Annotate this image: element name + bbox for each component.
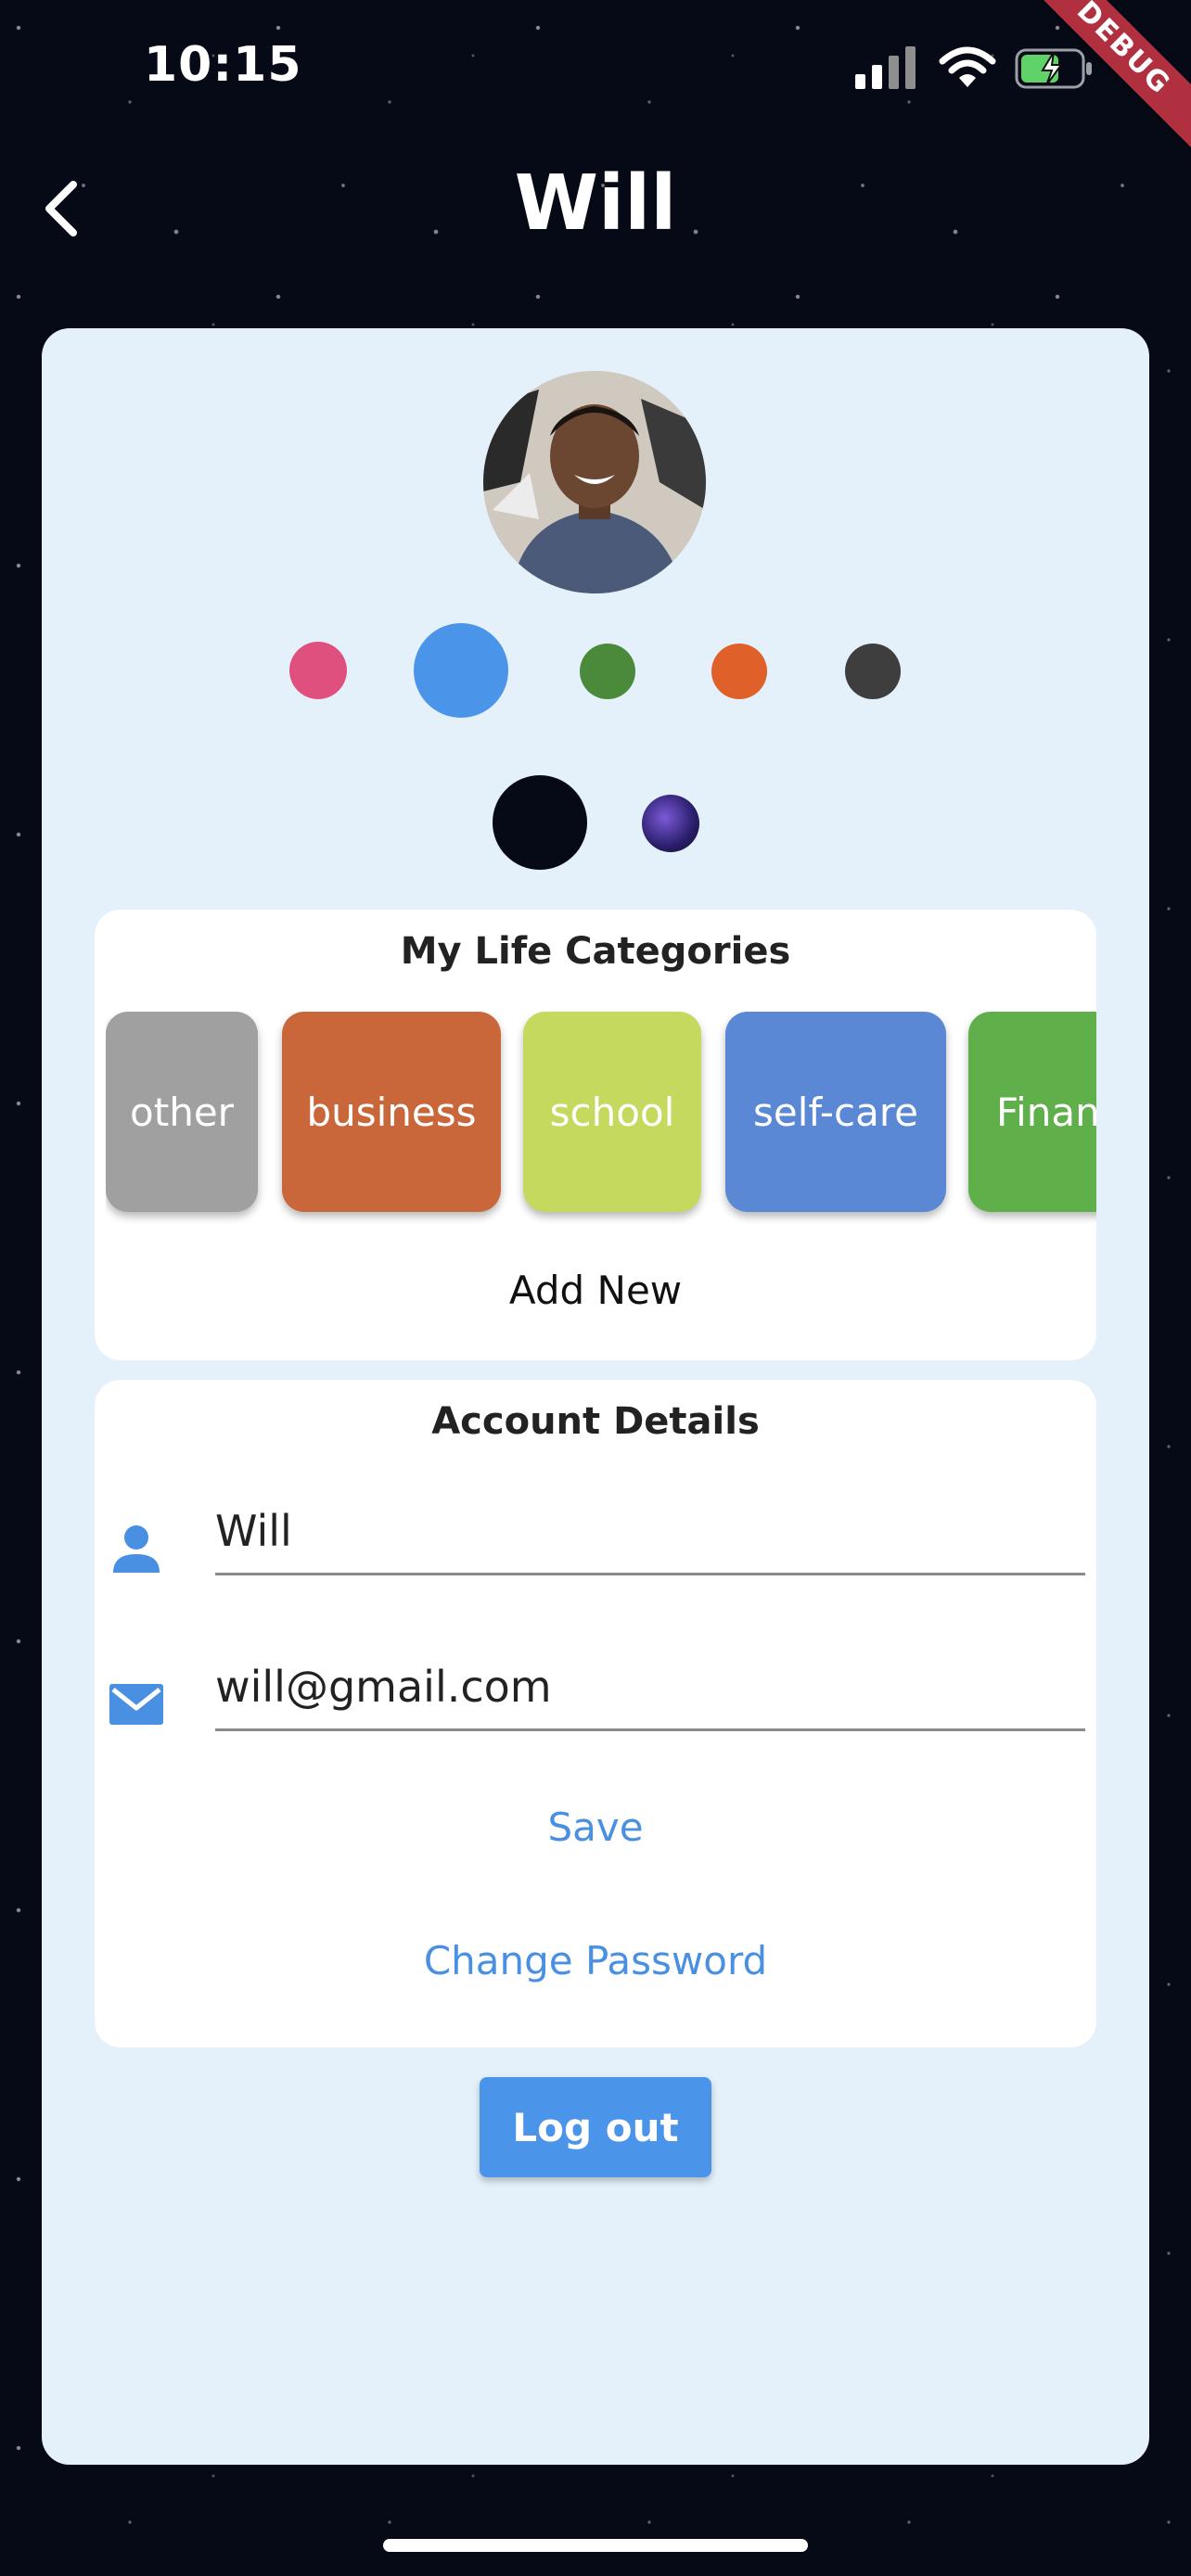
mail-icon — [109, 1684, 163, 1725]
account-details-title: Account Details — [431, 1400, 760, 1443]
category-chip-school[interactable]: school — [523, 1012, 701, 1212]
color-swatch-pink[interactable] — [289, 642, 347, 699]
status-time: 10:15 — [144, 37, 302, 93]
cellular-signal-icon — [855, 46, 916, 89]
category-label: self-care — [752, 1089, 919, 1135]
logout-label: Log out — [512, 2104, 679, 2150]
category-label: other — [130, 1089, 234, 1135]
wifi-icon — [939, 46, 996, 87]
background-option-dark-space[interactable] — [493, 775, 587, 870]
profile-card: My Life Categories other business school… — [42, 328, 1149, 2465]
account-details-panel: Account Details Save Change Password — [95, 1380, 1096, 2047]
color-swatch-dark[interactable] — [845, 644, 901, 699]
category-chip-other[interactable]: other — [106, 1012, 258, 1212]
category-list[interactable]: other business school self-care Finance — [106, 1012, 1096, 1234]
life-categories-panel: My Life Categories other business school… — [95, 910, 1096, 1360]
color-swatch-blue[interactable] — [414, 623, 508, 718]
category-label: school — [549, 1089, 675, 1135]
life-categories-title: My Life Categories — [400, 930, 791, 973]
save-button[interactable]: Save — [95, 1804, 1096, 1850]
add-new-category-button[interactable]: Add New — [95, 1268, 1096, 1313]
change-password-button[interactable]: Change Password — [95, 1938, 1096, 1983]
logout-button[interactable]: Log out — [480, 2077, 711, 2177]
category-chip-business[interactable]: business — [282, 1012, 501, 1212]
home-indicator — [383, 2539, 808, 2552]
category-label: Finance — [996, 1089, 1096, 1135]
category-chip-finance[interactable]: Finance — [968, 1012, 1096, 1212]
page-title: Will — [514, 159, 677, 248]
email-field[interactable] — [215, 1645, 1085, 1731]
battery-charging-icon — [1015, 48, 1092, 89]
avatar-photo — [483, 371, 706, 593]
background-option-purple-galaxy[interactable] — [642, 795, 699, 852]
name-field[interactable] — [215, 1489, 1085, 1575]
color-swatch-green[interactable] — [580, 644, 635, 699]
status-bar: 10:15 — [0, 0, 1191, 139]
person-icon — [113, 1525, 160, 1573]
category-label: business — [306, 1089, 477, 1135]
avatar[interactable] — [483, 371, 706, 593]
category-chip-self-care[interactable]: self-care — [725, 1012, 946, 1212]
color-swatch-orange[interactable] — [711, 644, 767, 699]
